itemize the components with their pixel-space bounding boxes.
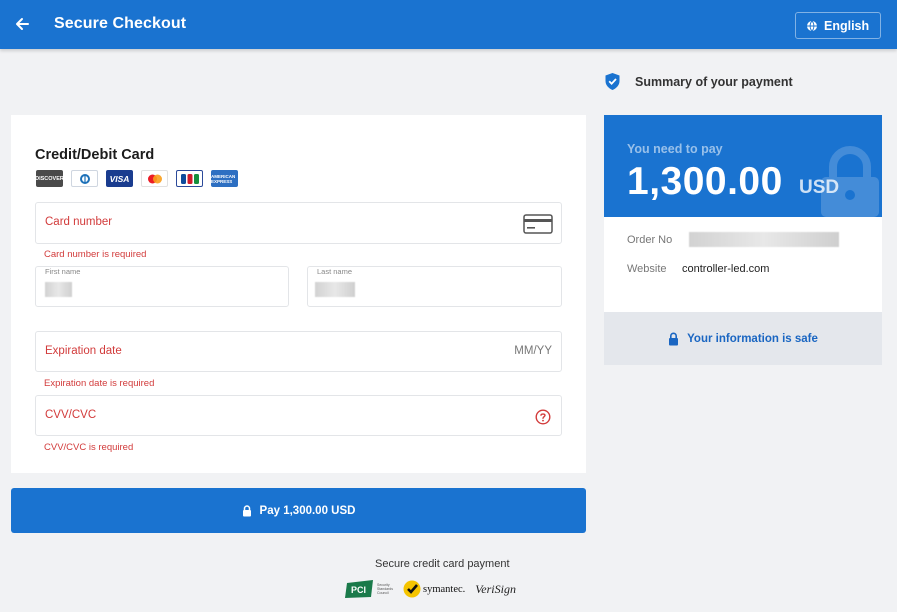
language-label: English (824, 18, 870, 33)
security-badges: PCI Security Standards Council symantec.… (345, 576, 516, 602)
visa-logo: VISA (106, 170, 133, 187)
summary-title: Summary of your payment (635, 74, 793, 89)
pci-badge: PCI Security Standards Council (345, 579, 399, 599)
order-no-value-redacted (689, 232, 839, 247)
credit-card-icon (523, 214, 553, 234)
jcb-logo (176, 170, 203, 187)
diners-club-logo (71, 170, 98, 187)
help-circle-icon[interactable] (535, 409, 551, 425)
discover-logo: DISCOVER (35, 170, 64, 187)
currency-label: USD (799, 177, 840, 198)
expiration-date-field[interactable]: Expiration date MM/YY (35, 331, 562, 372)
cvv-error: CVV/CVC is required (44, 442, 134, 453)
card-number-error: Card number is required (44, 249, 147, 260)
card-form-title: Credit/Debit Card (35, 147, 155, 163)
back-button[interactable] (12, 13, 34, 35)
lock-icon (669, 332, 679, 345)
info-safe-text: Your information is safe (687, 332, 818, 345)
globe-icon (807, 20, 817, 31)
cvv-label: CVV/CVC (45, 409, 97, 421)
card-number-label: Card number (45, 216, 113, 228)
expiration-date-label: Expiration date (45, 345, 122, 357)
card-form-panel: Credit/Debit Card DISCOVER VISA AMERICAN… (11, 115, 586, 473)
need-to-pay-label: You need to pay (627, 142, 723, 156)
order-details-panel: Order No Website controller-led.com (604, 217, 882, 312)
last-name-label: Last name (317, 267, 353, 276)
pay-button[interactable]: Pay 1,300.00 USD (11, 488, 586, 533)
last-name-value-redacted (315, 282, 355, 297)
pay-button-label: Pay 1,300.00 USD (259, 504, 356, 517)
lock-icon (242, 504, 251, 516)
expiration-placeholder: MM/YY (514, 345, 552, 357)
info-safe-banner: Your information is safe (604, 312, 882, 365)
shield-check-icon (605, 73, 620, 90)
first-name-field[interactable]: First name (35, 266, 289, 307)
amount-value: 1,300.00 (627, 160, 783, 203)
website-value: controller-led.com (682, 263, 770, 275)
order-no-label: Order No (627, 234, 673, 246)
header-bar: Secure Checkout English (0, 0, 897, 49)
arrow-left-icon (16, 18, 29, 30)
expiration-date-error: Expiration date is required (44, 378, 155, 389)
card-number-field[interactable]: Card number (35, 202, 562, 244)
american-express-logo: AMERICAN EXPRESS (211, 170, 238, 187)
mastercard-logo (141, 170, 168, 187)
verisign-badge: VeriSign (475, 581, 516, 596)
cvv-field[interactable]: CVV/CVC (35, 395, 562, 436)
svg-text:PCI: PCI (351, 585, 366, 595)
language-button[interactable]: English (795, 12, 881, 39)
first-name-value-redacted (45, 282, 72, 297)
website-label: Website (627, 263, 667, 275)
page-title: Secure Checkout (54, 15, 187, 32)
last-name-field[interactable]: Last name (307, 266, 562, 307)
summary-header: Summary of your payment (604, 72, 793, 91)
card-logos: DISCOVER VISA AMERICAN EXPRESS (35, 170, 238, 187)
symantec-badge: symantec. (403, 580, 465, 598)
amount-due-panel: You need to pay 1,300.00 USD (604, 115, 882, 217)
first-name-label: First name (45, 267, 81, 276)
secure-payment-note: Secure credit card payment (375, 558, 510, 570)
